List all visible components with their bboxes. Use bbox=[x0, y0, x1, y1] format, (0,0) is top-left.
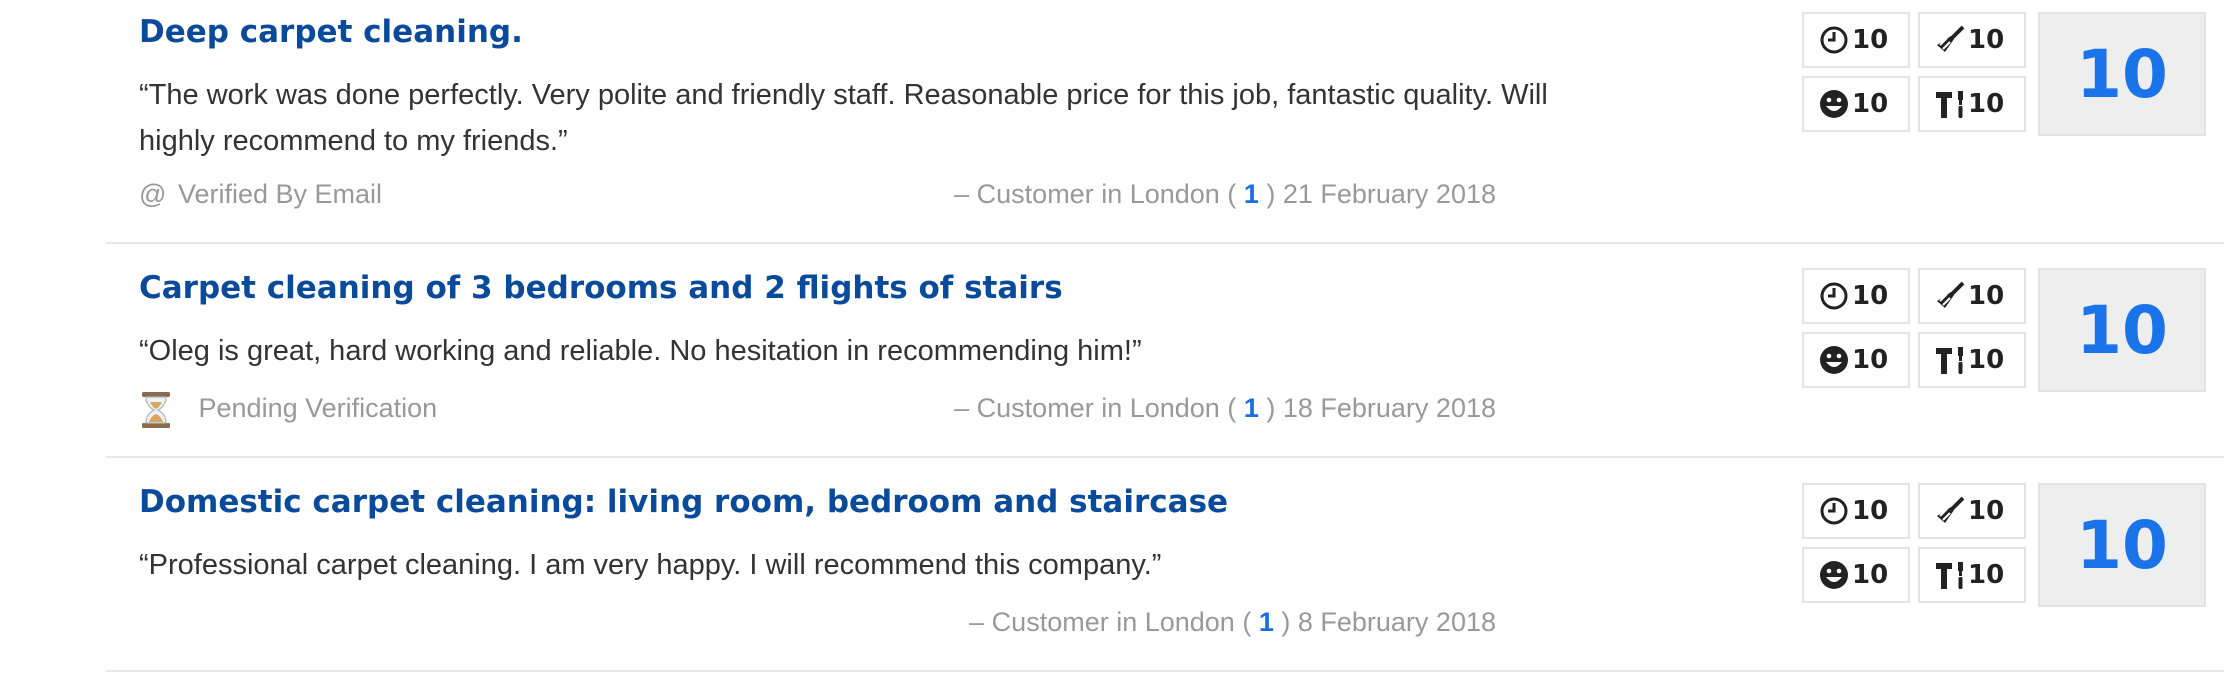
verification-status: Pending Verification bbox=[139, 391, 437, 429]
workmanship-score: 10 bbox=[1918, 332, 2026, 388]
time-score: 10 bbox=[1802, 483, 1910, 539]
time-score: 10 bbox=[1802, 268, 1910, 324]
attribution-prefix: – Customer in London ( bbox=[954, 179, 1237, 209]
cleanliness-score-value: 10 bbox=[1968, 25, 2005, 55]
broom-icon bbox=[1937, 281, 1965, 308]
courtesy-score: 10 bbox=[1802, 332, 1910, 388]
workmanship-score-value: 10 bbox=[1968, 345, 2005, 375]
broom-icon bbox=[1937, 25, 1965, 52]
broom-icon bbox=[1937, 496, 1965, 523]
review-quote: “The work was done perfectly. Very polit… bbox=[139, 79, 1548, 157]
review-attribution: – Customer in London ( 1 ) 21 February 2… bbox=[954, 179, 1496, 210]
verification-label: Verified By Email bbox=[177, 179, 383, 209]
review-count-link[interactable]: 1 bbox=[1244, 393, 1259, 423]
courtesy-score: 10 bbox=[1802, 76, 1910, 132]
smiley-icon bbox=[1820, 346, 1848, 374]
tools-icon bbox=[1936, 91, 1963, 118]
score-panel: 10 10 10 10 10 bbox=[1802, 12, 2214, 138]
overall-score: 10 bbox=[2038, 483, 2206, 607]
smiley-icon bbox=[1820, 561, 1848, 589]
clock-icon bbox=[1820, 26, 1848, 54]
score-panel: 10 10 10 10 10 bbox=[1802, 268, 2214, 394]
attribution-prefix: – Customer in London ( bbox=[954, 393, 1237, 423]
cleanliness-score: 10 bbox=[1918, 483, 2026, 539]
verification-label: Pending Verification bbox=[198, 393, 438, 424]
workmanship-score: 10 bbox=[1918, 547, 2026, 603]
clock-icon bbox=[1820, 282, 1848, 310]
review-item: Domestic carpet cleaning: living room, b… bbox=[106, 458, 2224, 672]
cleanliness-score: 10 bbox=[1918, 268, 2026, 324]
courtesy-score-value: 10 bbox=[1852, 345, 1889, 375]
clock-icon bbox=[1820, 497, 1848, 525]
review-item: Deep carpet cleaning. “The work was done… bbox=[106, 0, 2224, 244]
review-quote: “Oleg is great, hard working and reliabl… bbox=[139, 335, 1142, 367]
overall-score: 10 bbox=[2038, 268, 2206, 392]
workmanship-score-value: 10 bbox=[1968, 560, 2005, 590]
time-score-value: 10 bbox=[1852, 496, 1889, 526]
attribution-prefix: – Customer in London ( bbox=[969, 607, 1252, 637]
verification-status: @ Verified By Email bbox=[139, 179, 382, 210]
courtesy-score-value: 10 bbox=[1852, 89, 1889, 119]
overall-score: 10 bbox=[2038, 12, 2206, 136]
smiley-icon bbox=[1820, 90, 1848, 118]
review-count-link[interactable]: 1 bbox=[1244, 179, 1259, 209]
tools-icon bbox=[1936, 562, 1963, 589]
time-score-value: 10 bbox=[1852, 25, 1889, 55]
review-attribution: – Customer in London ( 1 ) 18 February 2… bbox=[954, 393, 1496, 424]
time-score-value: 10 bbox=[1852, 281, 1889, 311]
cleanliness-score-value: 10 bbox=[1968, 496, 2005, 526]
review-title[interactable]: Carpet cleaning of 3 bedrooms and 2 flig… bbox=[139, 270, 1063, 306]
tools-icon bbox=[1936, 347, 1963, 374]
review-count-link[interactable]: 1 bbox=[1259, 607, 1274, 637]
cleanliness-score-value: 10 bbox=[1968, 281, 2005, 311]
review-title[interactable]: Domestic carpet cleaning: living room, b… bbox=[139, 484, 1228, 520]
review-item: Carpet cleaning of 3 bedrooms and 2 flig… bbox=[106, 244, 2224, 458]
time-score: 10 bbox=[1802, 12, 1910, 68]
courtesy-score: 10 bbox=[1802, 547, 1910, 603]
attribution-date: ) 21 February 2018 bbox=[1266, 179, 1496, 209]
review-title[interactable]: Deep carpet cleaning. bbox=[139, 14, 523, 50]
review-quote: “Professional carpet cleaning. I am very… bbox=[139, 549, 1162, 581]
workmanship-score-value: 10 bbox=[1968, 89, 2005, 119]
attribution-date: ) 8 February 2018 bbox=[1281, 607, 1496, 637]
at-icon: @ bbox=[139, 179, 167, 209]
courtesy-score-value: 10 bbox=[1852, 560, 1889, 590]
attribution-date: ) 18 February 2018 bbox=[1266, 393, 1496, 423]
cleanliness-score: 10 bbox=[1918, 12, 2026, 68]
review-attribution: – Customer in London ( 1 ) 8 February 20… bbox=[969, 607, 1496, 638]
workmanship-score: 10 bbox=[1918, 76, 2026, 132]
score-panel: 10 10 10 10 10 bbox=[1802, 483, 2214, 609]
hourglass-icon bbox=[142, 392, 170, 428]
